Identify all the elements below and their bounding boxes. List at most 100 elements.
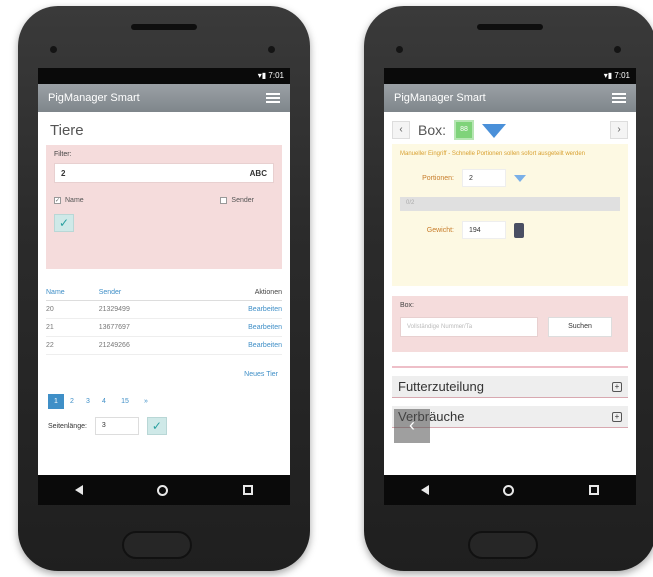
chevron-right-icon: › <box>617 124 621 135</box>
table-row: 22 21249266 Bearbeiten <box>46 336 282 355</box>
cell-name: 21 <box>46 318 99 337</box>
camera-icon <box>50 46 57 53</box>
page-size-label: Seitenlänge: <box>48 422 87 430</box>
filter-input[interactable]: 2 ABC <box>54 163 274 183</box>
filter-label: Filter: <box>54 151 72 158</box>
checkbox-unchecked-icon <box>220 197 228 204</box>
search-button[interactable]: Suchen <box>548 317 612 337</box>
weight-label: Gewicht: <box>426 226 454 234</box>
cell-sender: 21249266 <box>98 336 187 355</box>
page-next[interactable]: » <box>138 394 154 409</box>
speaker-grille <box>477 24 543 30</box>
warning-text: Manueller Eingriff - Schnelle Portionen … <box>400 151 585 157</box>
signal-battery-icon: ▾▮ <box>257 71 269 80</box>
nav-home-icon[interactable] <box>157 484 169 496</box>
table-row: 21 13677697 Bearbeiten <box>46 318 282 337</box>
apply-filter-button[interactable]: ✓ <box>54 214 74 232</box>
nav-back-icon[interactable] <box>75 485 84 495</box>
column-name[interactable]: Name <box>46 285 99 301</box>
nav-recent-icon[interactable] <box>588 485 599 495</box>
divider <box>392 366 628 368</box>
android-nav-bar <box>384 475 636 505</box>
page-4[interactable]: 4 <box>96 394 112 409</box>
checkmark-icon: ✓ <box>151 419 162 433</box>
checkbox-checked-icon: ✓ <box>54 197 61 204</box>
edit-link[interactable]: Bearbeiten <box>186 300 282 319</box>
manual-feed-panel: Manueller Eingriff - Schnelle Portionen … <box>392 144 628 286</box>
status-time: 7:01 <box>268 71 284 80</box>
feed-progress-bar: 0/2 <box>400 197 620 211</box>
status-bar: ▾▮ 7:01 <box>384 68 636 84</box>
checkbox-sender[interactable]: Sender <box>220 197 254 204</box>
new-animal-link[interactable]: Neues Tier <box>38 355 290 378</box>
weight-input[interactable]: 194 <box>462 221 506 239</box>
wifi-icon <box>482 124 507 138</box>
filter-value: 2 <box>61 168 66 178</box>
portion-input[interactable]: 2 <box>462 169 506 187</box>
scale-icon[interactable] <box>514 222 524 238</box>
column-sender[interactable]: Sender <box>98 285 187 301</box>
tiere-page: Tiere Filter: 2 ABC ✓ Name Sender ✓ Name… <box>38 112 290 475</box>
box-navigation: ‹ Box: 88 › <box>384 112 636 144</box>
box-search-input[interactable]: Vollständige Nummer/Ta <box>400 317 538 337</box>
nav-recent-icon[interactable] <box>242 485 253 495</box>
nav-home-icon[interactable] <box>503 484 515 496</box>
send-wifi-icon[interactable] <box>514 174 526 182</box>
hardware-home-button[interactable] <box>468 531 538 559</box>
page-2[interactable]: 2 <box>64 394 80 409</box>
status-bar: ▾▮ 7:01 <box>38 68 290 84</box>
checkbox-name[interactable]: ✓ Name <box>54 197 84 204</box>
section-futterzuteilung[interactable]: Futterzuteilung + <box>392 376 628 398</box>
prev-box-button[interactable]: ‹ <box>392 121 410 139</box>
page-1[interactable]: 1 <box>48 394 64 409</box>
box-status-icon: 88 <box>454 120 475 140</box>
pagination: 1 2 3 4 15 » <box>48 394 290 409</box>
android-nav-bar <box>38 475 290 505</box>
portion-row: Portionen: 2 <box>400 169 620 187</box>
cell-sender: 21329499 <box>98 300 187 319</box>
cell-name: 22 <box>46 336 99 355</box>
page-size-input[interactable]: 3 <box>94 417 139 435</box>
cell-sender: 13677697 <box>98 318 187 337</box>
cell-name: 20 <box>46 300 99 319</box>
menu-icon[interactable] <box>612 93 626 103</box>
page-size-row: Seitenlänge: 3 ✓ <box>48 417 290 435</box>
edit-link[interactable]: Bearbeiten <box>186 336 282 355</box>
menu-icon[interactable] <box>266 93 280 103</box>
chevron-left-icon: ‹ <box>399 124 403 135</box>
nav-back-icon[interactable] <box>421 485 430 495</box>
app-bar: PigManager Smart <box>38 84 290 112</box>
app-bar: PigManager Smart <box>384 84 636 112</box>
camera-icon <box>396 46 403 53</box>
table-header: Name Sender Aktionen <box>46 285 282 301</box>
app-title: PigManager Smart <box>48 92 140 104</box>
filter-panel: Filter: 2 ABC ✓ Name Sender ✓ <box>46 145 282 269</box>
animals-table: Name Sender Aktionen 20 21329499 Bearbei… <box>46 285 282 355</box>
floating-back-icon[interactable]: ‹ <box>394 409 430 443</box>
apply-page-size-button[interactable]: ✓ <box>146 417 167 435</box>
sensor-icon <box>614 46 621 53</box>
box-search-row: Vollständige Nummer/Ta Suchen <box>400 317 620 337</box>
next-box-button[interactable]: › <box>610 121 628 139</box>
screen-left: ▾▮ 7:01 PigManager Smart Tiere Filter: 2… <box>38 68 290 505</box>
phone-left: ▾▮ 7:01 PigManager Smart Tiere Filter: 2… <box>18 6 310 571</box>
table-row: 20 21329499 Bearbeiten <box>46 300 282 319</box>
box-search-panel: Box: Vollständige Nummer/Ta Suchen <box>392 296 628 352</box>
expand-plus-icon: + <box>612 381 622 392</box>
page-3[interactable]: 3 <box>80 394 96 409</box>
filter-mode-abc[interactable]: ABC <box>250 169 267 178</box>
page-title: Tiere <box>50 122 84 139</box>
signal-battery-icon: ▾▮ <box>603 71 615 80</box>
checkbox-name-label: Name <box>65 197 84 204</box>
column-actions: Aktionen <box>186 285 282 301</box>
section-futterzuteilung-label: Futterzuteilung <box>398 379 484 394</box>
speaker-grille <box>131 24 197 30</box>
edit-link[interactable]: Bearbeiten <box>186 318 282 337</box>
page-15[interactable]: 15 <box>112 394 138 409</box>
checkbox-sender-label: Sender <box>231 197 254 204</box>
phone-right: ▾▮ 7:01 PigManager Smart ‹ Box: 88 › Man… <box>364 6 653 571</box>
portion-label: Portionen: <box>422 174 454 182</box>
hardware-home-button[interactable] <box>122 531 192 559</box>
filter-options: ✓ Name Sender <box>54 197 274 204</box>
box-search-label: Box: <box>400 302 415 309</box>
